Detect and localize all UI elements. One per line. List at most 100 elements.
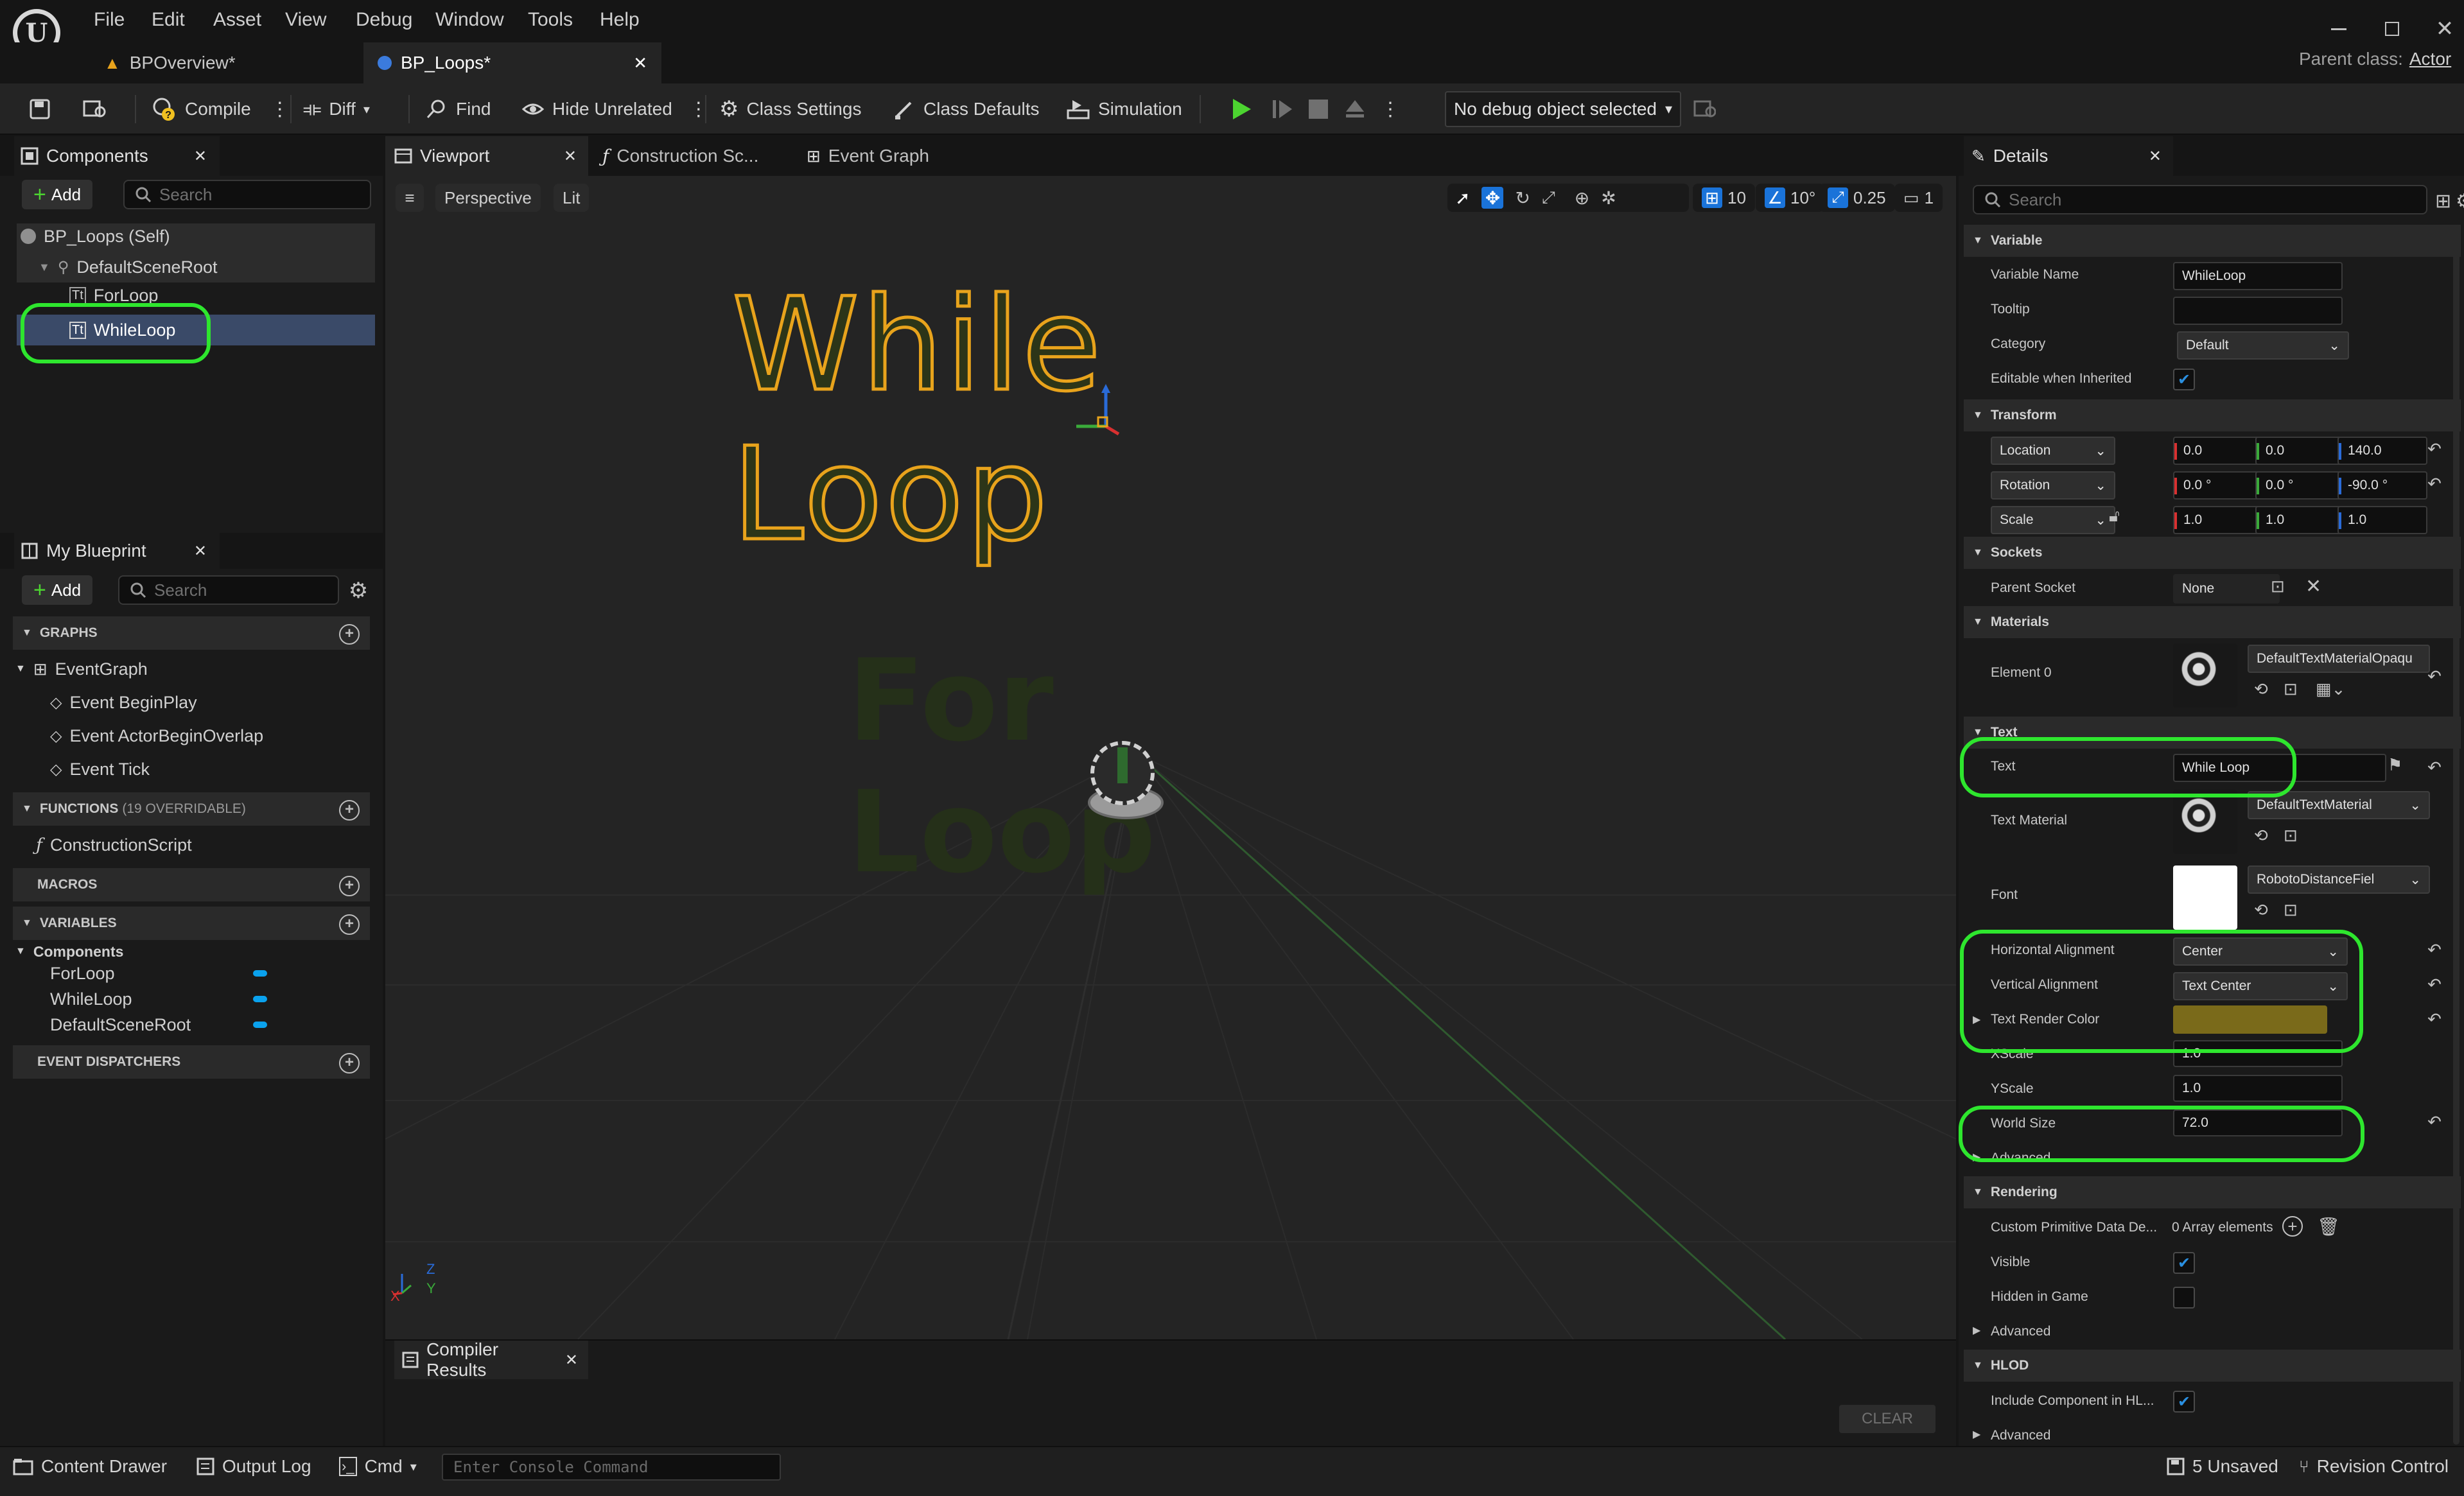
content-drawer-button[interactable]: Content Drawer: [13, 1447, 167, 1486]
use-selected-icon[interactable]: ⟲: [2254, 900, 2268, 920]
browse-asset-icon[interactable]: ⊡: [2284, 826, 2298, 846]
my-blueprint-tab[interactable]: My Blueprint ✕: [14, 533, 220, 569]
lit-button[interactable]: Lit: [554, 184, 590, 212]
functions-section-header[interactable]: ▼ FUNCTIONS (19 OVERRIDABLE) +: [13, 792, 370, 826]
camera-speed-button[interactable]: ▭ 1: [1894, 184, 1943, 212]
add-element-icon[interactable]: +: [2282, 1216, 2303, 1237]
hide-unrelated-button[interactable]: Hide Unrelated ⋮: [521, 83, 708, 135]
tab-viewport[interactable]: Viewport ✕: [385, 136, 588, 176]
yscale-input[interactable]: 1.0: [2173, 1075, 2343, 1102]
add-graph-icon[interactable]: +: [339, 624, 360, 645]
material-thumbnail[interactable]: [2173, 643, 2237, 708]
location-x-input[interactable]: 0.0: [2173, 437, 2263, 465]
menu-asset[interactable]: Asset: [213, 9, 261, 31]
parent-socket-field[interactable]: None: [2173, 574, 2280, 604]
tooltip-input[interactable]: [2173, 297, 2343, 325]
menu-file[interactable]: File: [94, 9, 125, 31]
text-material-thumbnail[interactable]: [2173, 790, 2237, 854]
reset-text-icon[interactable]: ↶: [2425, 758, 2444, 777]
details-tab[interactable]: ✎ Details ✕: [1964, 136, 2173, 176]
debug-filter-button[interactable]: [1693, 83, 1716, 135]
hidden-in-game-checkbox[interactable]: [2173, 1287, 2195, 1309]
graphs-section-header[interactable]: ▼ GRAPHS +: [13, 616, 370, 650]
cmd-dropdown[interactable]: ›_ Cmd ▾: [339, 1447, 417, 1486]
rendering-section-header[interactable]: ▼ Rendering: [1964, 1176, 2461, 1208]
unsaved-button[interactable]: 5 Unsaved: [2167, 1447, 2278, 1486]
event-item-actorbeginoverlap[interactable]: ◇ Event ActorBeginOverlap: [50, 720, 383, 751]
play-button[interactable]: [1230, 83, 1252, 135]
tab-event-graph[interactable]: ⊞ Event Graph: [807, 136, 929, 176]
tab-construction-script[interactable]: ƒ Construction Sc...: [602, 136, 758, 176]
browse-button[interactable]: [82, 83, 108, 135]
close-tab-icon[interactable]: ✕: [565, 1351, 578, 1370]
menu-tools[interactable]: Tools: [528, 9, 573, 31]
rotation-y-input[interactable]: 0.0 °: [2255, 471, 2345, 500]
add-blueprint-member-button[interactable]: + Add: [22, 575, 93, 605]
add-function-icon[interactable]: +: [339, 800, 360, 821]
play-options-button[interactable]: ⋮: [1381, 83, 1400, 135]
add-component-button[interactable]: + Add: [22, 180, 93, 209]
scale-snap-toggle[interactable]: ⤢ 0.25: [1819, 184, 1895, 212]
lock-icon[interactable]: 🔓︎: [2109, 506, 2120, 526]
reset-material-icon[interactable]: ↶: [2425, 666, 2444, 686]
compile-button[interactable]: ? Compile ⋮: [152, 83, 290, 135]
revision-control-button[interactable]: ⑂ Revision Control: [2299, 1447, 2449, 1486]
visible-checkbox[interactable]: ✔: [2173, 1252, 2195, 1274]
class-settings-button[interactable]: ⚙ Class Settings: [719, 83, 861, 135]
transform-section-header[interactable]: ▼ Transform: [1964, 399, 2461, 431]
reset-h-align-icon[interactable]: ↶: [2425, 940, 2444, 959]
menu-window[interactable]: Window: [435, 9, 504, 31]
parent-class-link[interactable]: Actor: [2409, 49, 2451, 69]
output-log-button[interactable]: Output Log: [197, 1447, 311, 1486]
step-button[interactable]: [1271, 83, 1295, 135]
reset-world-size-icon[interactable]: ↶: [2425, 1112, 2444, 1131]
font-thumbnail[interactable]: [2173, 865, 2237, 930]
trash-icon[interactable]: 🗑︎: [2317, 1216, 2340, 1237]
reset-v-align-icon[interactable]: ↶: [2425, 975, 2444, 994]
find-button[interactable]: Find: [425, 83, 491, 135]
include-in-hlod-checkbox[interactable]: ✔: [2173, 1391, 2195, 1413]
browse-asset-icon[interactable]: ⊡: [2284, 900, 2298, 920]
close-tab-icon[interactable]: ✕: [564, 147, 577, 166]
expand-arrow-icon[interactable]: ▶: [1973, 1324, 1980, 1337]
variable-whileloop[interactable]: WhileLoop: [50, 986, 383, 1012]
event-item-tick[interactable]: ◇ Event Tick: [50, 754, 383, 785]
world-space-icon[interactable]: ⊕: [1575, 187, 1589, 209]
scale-dropdown[interactable]: Scale ⌄: [1991, 506, 2115, 534]
menu-debug[interactable]: Debug: [356, 9, 412, 31]
construction-script-item[interactable]: ƒ ConstructionScript: [36, 830, 383, 860]
eject-button[interactable]: [1343, 83, 1367, 135]
clear-socket-icon[interactable]: ✕: [2305, 575, 2321, 598]
rotation-z-input[interactable]: -90.0 °: [2337, 471, 2427, 500]
close-tab-icon[interactable]: ✕: [633, 53, 647, 73]
rotation-snap-toggle[interactable]: ∠ 10°: [1756, 184, 1825, 212]
diff-button[interactable]: ⟚ Diff ▾: [303, 83, 370, 135]
viewport-menu-button[interactable]: ≡: [396, 184, 424, 212]
debug-object-dropdown[interactable]: No debug object selected ▾: [1445, 91, 1681, 127]
font-dropdown[interactable]: RobotoDistanceFiel ⌄: [2248, 865, 2430, 894]
details-scrollbar[interactable]: [2453, 225, 2460, 1445]
localization-flag-icon[interactable]: ⚑: [2388, 755, 2402, 775]
maximize-button[interactable]: [2385, 22, 2399, 36]
perspective-button[interactable]: Perspective: [435, 184, 541, 212]
macros-section-header[interactable]: MACROS +: [13, 868, 370, 901]
component-default-scene-root[interactable]: ▼ ⚲ DefaultSceneRoot: [39, 252, 383, 283]
save-button[interactable]: [28, 83, 51, 135]
class-defaults-button[interactable]: Class Defaults: [893, 83, 1040, 135]
tab-bpoverview[interactable]: ▲ BPOverview*: [90, 42, 250, 83]
component-self[interactable]: BP_Loops (Self): [21, 221, 383, 252]
menu-edit[interactable]: Edit: [152, 9, 185, 31]
collapse-arrow-icon[interactable]: ▼: [39, 261, 50, 274]
transform-gizmo-icon[interactable]: [1066, 381, 1143, 458]
close-tab-icon[interactable]: ✕: [194, 542, 207, 561]
expand-arrow-icon[interactable]: ▶: [1973, 1428, 1980, 1441]
clear-button[interactable]: CLEAR: [1839, 1405, 1935, 1433]
rotate-icon[interactable]: ↻: [1515, 187, 1530, 209]
event-dispatchers-section-header[interactable]: EVENT DISPATCHERS +: [13, 1045, 370, 1079]
minimize-button[interactable]: [2331, 28, 2346, 30]
details-search-input[interactable]: Search: [1973, 185, 2427, 214]
location-dropdown[interactable]: Location ⌄: [1991, 437, 2115, 465]
rotation-x-input[interactable]: 0.0 °: [2173, 471, 2263, 500]
components-search-input[interactable]: Search: [123, 180, 371, 209]
details-settings-gear-icon[interactable]: ⚙: [2456, 190, 2464, 213]
